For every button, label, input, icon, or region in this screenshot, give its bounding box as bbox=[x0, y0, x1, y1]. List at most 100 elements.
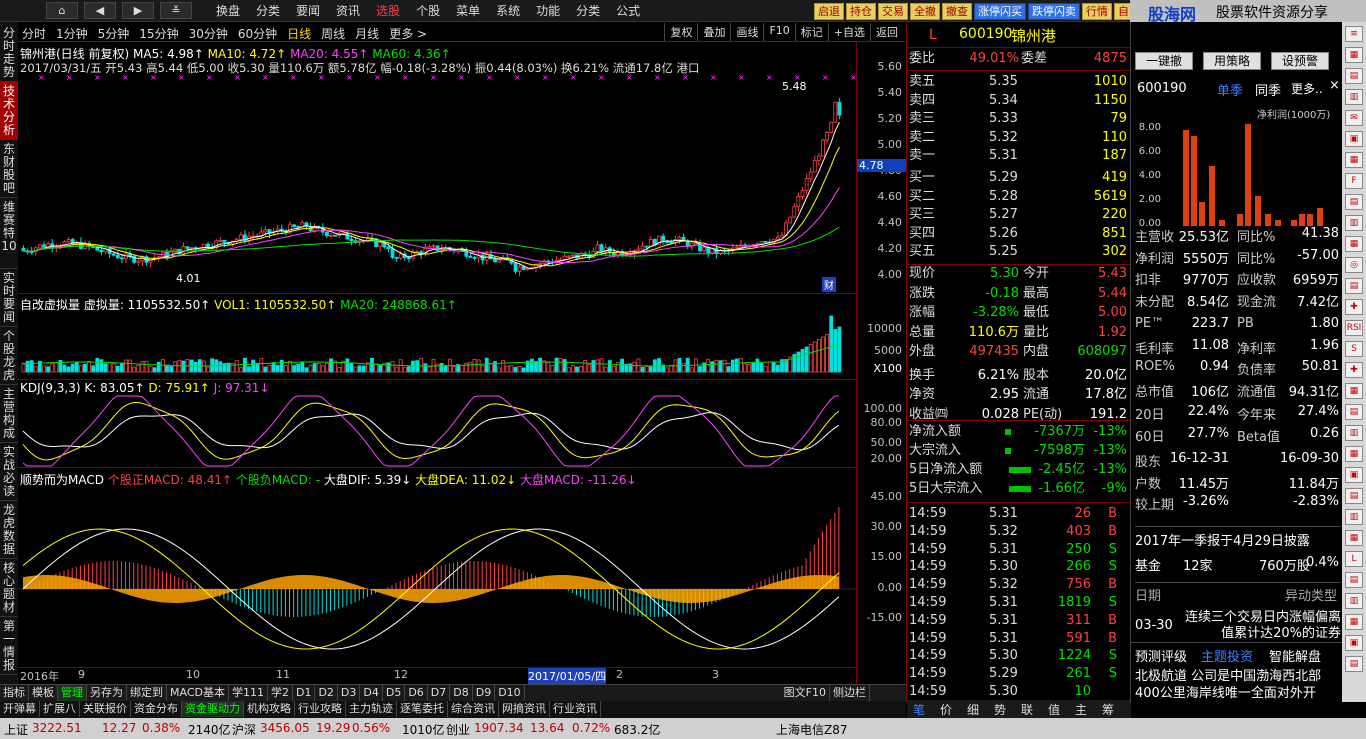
menu-item-1[interactable]: 分类 bbox=[248, 3, 288, 19]
home-icon[interactable]: ⌂ bbox=[46, 2, 78, 19]
feature-tab-8[interactable]: 逐笔委托 bbox=[397, 701, 448, 717]
period-tab-2[interactable]: 5分钟 bbox=[98, 25, 130, 42]
side-tool-icon[interactable]: ▣ bbox=[1345, 635, 1363, 651]
side-tool-icon[interactable]: ▤ bbox=[1345, 656, 1363, 672]
buy-row[interactable]: 买三 5.27 220 bbox=[909, 206, 1129, 224]
side-tool-icon[interactable]: ▦ bbox=[1345, 236, 1363, 252]
indicator-tab-14[interactable]: D7 bbox=[428, 685, 451, 701]
feature-tab-10[interactable]: 网摘资讯 bbox=[499, 701, 550, 717]
quote-tab-5[interactable]: 值 bbox=[1048, 701, 1060, 718]
side-tool-icon[interactable]: ▤ bbox=[1345, 572, 1363, 588]
indicator-tab-6[interactable]: 学111 bbox=[229, 685, 268, 701]
side-tool-icon[interactable]: ▦ bbox=[1345, 446, 1363, 462]
tab-forecast[interactable]: 预测评级 bbox=[1135, 646, 1187, 665]
side-tool-icon[interactable]: F bbox=[1345, 173, 1363, 189]
trade-button-7[interactable]: 行情 bbox=[1082, 3, 1112, 20]
indicator-tab-0[interactable]: 指标 bbox=[0, 685, 29, 701]
indicator-tab-11[interactable]: D4 bbox=[360, 685, 383, 701]
indicator-tab-18[interactable]: 图文F10 bbox=[781, 685, 830, 701]
left-tab-1[interactable]: 技术分析 bbox=[0, 82, 18, 140]
tab-theme[interactable]: 主题投资 bbox=[1201, 646, 1253, 665]
indicator-tab-4[interactable]: 绑定到 bbox=[127, 685, 167, 701]
side-tool-icon[interactable]: ▤ bbox=[1345, 404, 1363, 420]
chart-tool-2[interactable]: 画线 bbox=[730, 23, 763, 41]
feature-tab-11[interactable]: 行业资讯 bbox=[550, 701, 601, 717]
sell-row[interactable]: 卖五 5.35 1010 bbox=[909, 73, 1129, 91]
left-tab-0[interactable]: 分时走势 bbox=[0, 24, 18, 82]
side-tool-icon[interactable]: ▣ bbox=[1345, 467, 1363, 483]
quote-tab-6[interactable]: 主 bbox=[1075, 701, 1087, 718]
chart-tool-5[interactable]: +自选 bbox=[827, 23, 870, 41]
feature-tab-7[interactable]: 主力轨迹 bbox=[346, 701, 397, 717]
info-button-1[interactable]: 用策略 bbox=[1203, 52, 1261, 70]
indicator-tab-16[interactable]: D9 bbox=[473, 685, 496, 701]
sz-index-label[interactable]: 沪深 bbox=[232, 721, 256, 738]
buy-row[interactable]: 买四 5.26 851 bbox=[909, 225, 1129, 243]
left-tab-6[interactable]: 主营构成 bbox=[0, 385, 18, 443]
side-tool-icon[interactable]: ▣ bbox=[1345, 131, 1363, 147]
chart-tool-6[interactable]: 返回 bbox=[870, 23, 903, 41]
side-tool-icon[interactable]: ▦ bbox=[1345, 383, 1363, 399]
left-tab-8[interactable]: 龙虎数据 bbox=[0, 501, 18, 559]
menu-item-2[interactable]: 要闻 bbox=[288, 3, 328, 19]
left-tab-3[interactable]: 维赛特10 bbox=[0, 198, 18, 269]
quote-tab-2[interactable]: 细 bbox=[967, 701, 979, 718]
side-tool-icon[interactable]: ▤ bbox=[1345, 488, 1363, 504]
buy-row[interactable]: 买一 5.29 419 bbox=[909, 169, 1129, 187]
sell-row[interactable]: 卖四 5.34 1150 bbox=[909, 92, 1129, 110]
menu-item-0[interactable]: 换盘 bbox=[208, 3, 248, 19]
sell-row[interactable]: 卖三 5.33 79 bbox=[909, 110, 1129, 128]
menu-item-5[interactable]: 个股 bbox=[408, 3, 448, 19]
side-tool-icon[interactable]: ▥ bbox=[1345, 89, 1363, 105]
period-tab-8[interactable]: 月线 bbox=[355, 25, 379, 42]
chart-tool-1[interactable]: 叠加 bbox=[697, 23, 730, 41]
left-tab-4[interactable]: 实时要闻 bbox=[0, 269, 18, 327]
trade-button-2[interactable]: 交易 bbox=[878, 3, 908, 20]
period-tab-9[interactable]: 更多 > bbox=[389, 25, 427, 42]
close-icon[interactable]: × bbox=[1329, 78, 1340, 93]
period-tab-3[interactable]: 15分钟 bbox=[139, 25, 178, 42]
period-tab-5[interactable]: 60分钟 bbox=[238, 25, 277, 42]
period-tab-4[interactable]: 30分钟 bbox=[189, 25, 228, 42]
feature-tab-5[interactable]: 机构攻略 bbox=[244, 701, 295, 717]
feature-tab-1[interactable]: 扩展八 bbox=[40, 701, 80, 717]
menu-item-6[interactable]: 菜单 bbox=[448, 3, 488, 19]
menu-item-10[interactable]: 公式 bbox=[608, 3, 648, 19]
chart-tool-4[interactable]: 标记 bbox=[794, 23, 828, 41]
server-name[interactable]: 上海电信Z87 bbox=[776, 721, 848, 738]
trade-button-3[interactable]: 全撤 bbox=[910, 3, 940, 20]
info-button-0[interactable]: 一键撤 bbox=[1135, 52, 1193, 70]
indicator-tab-1[interactable]: 模板 bbox=[29, 685, 58, 701]
indicator-tab-13[interactable]: D6 bbox=[405, 685, 428, 701]
feature-tab-0[interactable]: 开弹幕 bbox=[0, 701, 40, 717]
side-tool-icon[interactable]: L bbox=[1345, 551, 1363, 567]
left-tab-2[interactable]: 东财股吧 bbox=[0, 140, 18, 198]
indicator-tab-5[interactable]: MACD基本 bbox=[167, 685, 229, 701]
menu-item-3[interactable]: 资讯 bbox=[328, 3, 368, 19]
trade-button-0[interactable]: 启退 bbox=[814, 3, 844, 20]
trade-button-1[interactable]: 持仓 bbox=[846, 3, 876, 20]
price-chart-pane[interactable]: 锦州港(日线 前复权) MA5: 4.98↑ MA10: 4.72↑ MA20:… bbox=[18, 42, 856, 294]
back-arrow-icon[interactable]: ◀ bbox=[84, 2, 116, 19]
menu-item-7[interactable]: 系统 bbox=[488, 3, 528, 19]
side-tool-icon[interactable]: ▦ bbox=[1345, 530, 1363, 546]
sell-row[interactable]: 卖二 5.32 110 bbox=[909, 129, 1129, 147]
finance-badge[interactable]: 财 bbox=[822, 277, 836, 292]
side-tool-icon[interactable]: ▥ bbox=[1345, 425, 1363, 441]
indicator-tab-8[interactable]: D1 bbox=[293, 685, 316, 701]
feature-tab-6[interactable]: 行业攻略 bbox=[295, 701, 346, 717]
side-tool-icon[interactable]: S bbox=[1345, 341, 1363, 357]
indicator-tab-3[interactable]: 另存为 bbox=[87, 685, 127, 701]
collapse-icon[interactable]: ≚ bbox=[160, 2, 192, 19]
macd-chart-pane[interactable]: 顺势而为MACD 个股正MACD: 48.41↑ 个股负MACD: - 大盘DI… bbox=[18, 468, 856, 684]
side-tool-icon[interactable]: ▦ bbox=[1345, 152, 1363, 168]
volume-chart-pane[interactable]: 自改虚拟量 虚拟量: 1105532.50↑ VOL1: 1105532.50↑… bbox=[18, 294, 856, 380]
sh-index-label[interactable]: 上证 bbox=[4, 721, 28, 738]
period-tab-6[interactable]: 日线 bbox=[287, 25, 311, 42]
buy-row[interactable]: 买五 5.25 302 bbox=[909, 243, 1129, 261]
indicator-tab-17[interactable]: D10 bbox=[495, 685, 525, 701]
feature-tab-2[interactable]: 关联报价 bbox=[80, 701, 131, 717]
period-tab-7[interactable]: 周线 bbox=[321, 25, 345, 42]
side-tool-icon[interactable]: ▥ bbox=[1345, 215, 1363, 231]
feature-tab-3[interactable]: 资金分布 bbox=[131, 701, 182, 717]
